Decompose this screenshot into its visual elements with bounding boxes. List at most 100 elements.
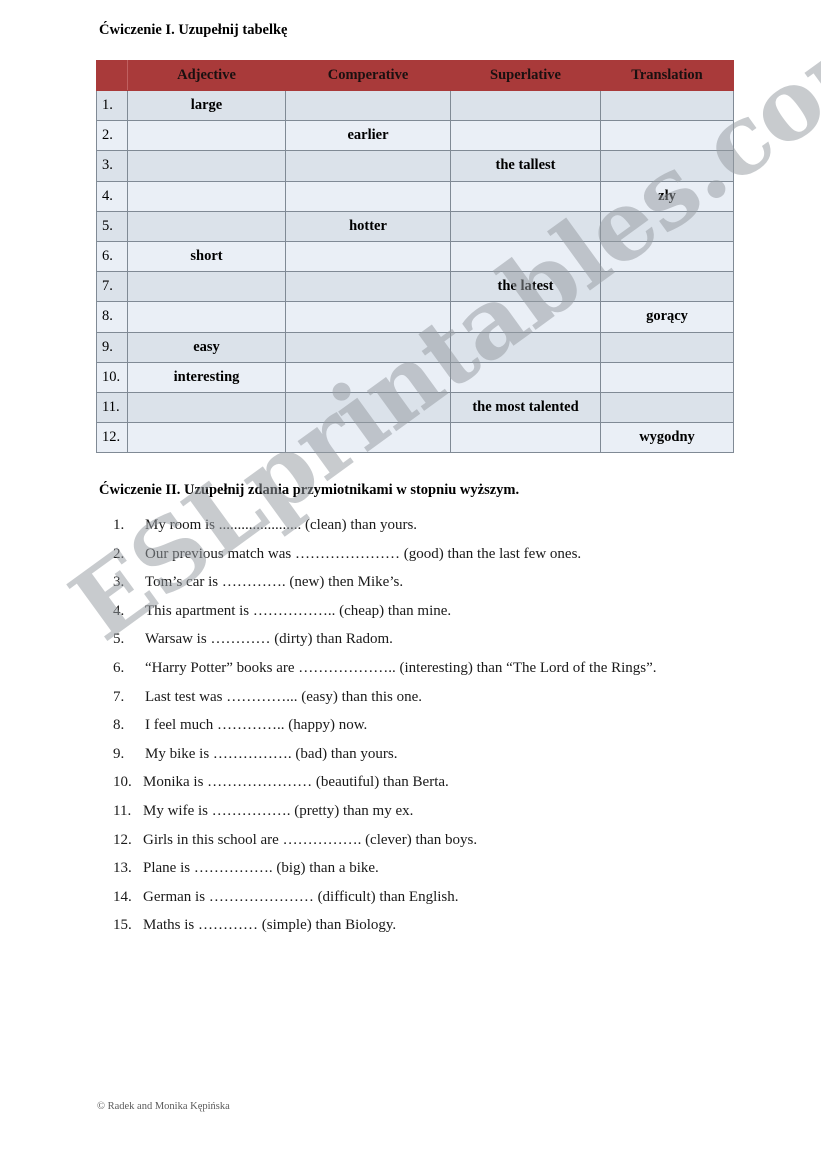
table-row: 12. wygodny <box>96 422 734 454</box>
list-item-text: My wife is ……………. (pretty) than my ex. <box>143 802 414 819</box>
cell-adjective <box>127 180 286 212</box>
table-row: 4. zły <box>96 180 734 212</box>
list-item: 3. Tom’s car is …………. (new) then Mike’s. <box>113 574 773 603</box>
list-item: 10. Monika is ………………… (beautiful) than Be… <box>113 774 773 803</box>
cell-translation: wygodny <box>600 422 734 454</box>
list-item-number: 6. <box>113 659 125 676</box>
table-row: 10. interesting <box>96 361 734 393</box>
table-row: 9. easy <box>96 331 734 363</box>
list-item: 7. Last test was …………... (easy) than this… <box>113 689 773 718</box>
list-item-text: Last test was …………... (easy) than this o… <box>145 688 423 705</box>
cell-superlative <box>450 301 601 333</box>
list-item: 6. “Harry Potter” books are ……………….. (int… <box>113 660 773 689</box>
cell-number: 11. <box>96 391 128 424</box>
cell-number: 2. <box>96 120 128 152</box>
list-item-text: This apartment is …………….. (cheap) than m… <box>145 602 452 619</box>
list-item-number: 11. <box>113 802 132 819</box>
list-item-number: 5. <box>113 631 125 648</box>
list-item-text: I feel much ………….. (happy) now. <box>145 717 368 734</box>
list-item-number: 10. <box>113 774 132 791</box>
cell-translation <box>600 361 734 393</box>
cell-adjective <box>127 210 286 242</box>
list-item: 9. My bike is ……………. (bad) than yours. <box>113 746 773 775</box>
list-item-number: 3. <box>113 574 125 591</box>
list-item-text: Warsaw is ………… (dirty) than Radom. <box>145 631 393 648</box>
list-item-text: Plane is ……………. (big) than a bike. <box>143 860 379 877</box>
table-body: 1. large 2. earlier 3. the tallest 4. zły 5. hott… <box>96 89 734 454</box>
exercise-2-heading: Ćwiczenie II. Uzupełnij zdania przymiotn… <box>99 482 520 498</box>
cell-superlative <box>450 422 601 454</box>
cell-superlative <box>450 361 601 393</box>
list-item: 15. Maths is ………… (simple) than Biology. <box>113 917 773 946</box>
column-header-superlative: Superlative <box>450 60 601 91</box>
cell-adjective: interesting <box>127 361 286 393</box>
cell-comparative: hotter <box>285 210 451 242</box>
cell-translation <box>600 331 734 363</box>
cell-adjective: easy <box>127 331 286 363</box>
cell-number: 10. <box>96 361 128 393</box>
cell-comparative <box>285 391 451 424</box>
cell-comparative <box>285 331 451 363</box>
list-item: 14. German is ………………… (difficult) than En… <box>113 889 773 918</box>
list-item: 11. My wife is ……………. (pretty) than my ex… <box>113 803 773 832</box>
cell-translation <box>600 150 734 182</box>
list-item-number: 8. <box>113 717 125 734</box>
cell-comparative <box>285 150 451 182</box>
list-item-text: Our previous match was ………………… (good) th… <box>145 545 582 562</box>
table-row: 3. the tallest <box>96 150 734 182</box>
cell-superlative: the tallest <box>450 150 601 182</box>
table-row: 1. large <box>96 89 734 122</box>
cell-adjective <box>127 150 286 182</box>
list-item: 8. I feel much ………….. (happy) now. <box>113 717 773 746</box>
cell-number: 1. <box>96 89 128 122</box>
list-item-text: “Harry Potter” books are ……………….. (inter… <box>145 659 657 676</box>
cell-number: 8. <box>96 301 128 333</box>
list-item-number: 9. <box>113 745 125 762</box>
table-row: 8. gorący <box>96 301 734 333</box>
cell-number: 7. <box>96 271 128 303</box>
cell-superlative <box>450 210 601 242</box>
cell-comparative <box>285 361 451 393</box>
list-item: 12. Girls in this school are ……………. (clev… <box>113 832 773 861</box>
cell-adjective <box>127 120 286 152</box>
cell-translation <box>600 240 734 273</box>
list-item-number: 2. <box>113 545 125 562</box>
list-item-number: 13. <box>113 860 132 877</box>
list-item-text: Maths is ………… (simple) than Biology. <box>143 917 397 934</box>
cell-translation <box>600 89 734 122</box>
cell-translation <box>600 210 734 242</box>
cell-number: 9. <box>96 331 128 363</box>
cell-comparative <box>285 240 451 273</box>
cell-number: 6. <box>96 240 128 273</box>
footer-credit: © Radek and Monika Kępińska <box>97 1101 230 1112</box>
table-row: 5. hotter <box>96 210 734 242</box>
cell-adjective <box>127 301 286 333</box>
list-item-text: Monika is ………………… (beautiful) than Berta… <box>143 774 449 791</box>
cell-comparative <box>285 422 451 454</box>
column-header-translation: Translation <box>600 60 734 91</box>
cell-adjective <box>127 271 286 303</box>
list-item-text: German is ………………… (difficult) than Engli… <box>143 888 459 905</box>
cell-comparative <box>285 89 451 122</box>
cell-number: 5. <box>96 210 128 242</box>
cell-adjective <box>127 391 286 424</box>
list-item-number: 12. <box>113 831 132 848</box>
list-item: 5. Warsaw is ………… (dirty) than Radom. <box>113 631 773 660</box>
table-row: 6. short <box>96 240 734 273</box>
list-item: 4. This apartment is …………….. (cheap) than… <box>113 603 773 632</box>
exercise-2-sentence-list: 1. My room is ...................... (cle… <box>113 517 773 946</box>
exercise-1-heading: Ćwiczenie I. Uzupełnij tabelkę <box>99 22 288 38</box>
cell-adjective <box>127 422 286 454</box>
cell-comparative: earlier <box>285 120 451 152</box>
cell-translation <box>600 120 734 152</box>
cell-comparative <box>285 180 451 212</box>
table-header-row: Adjective Comperative Superlative Transl… <box>96 60 734 91</box>
column-header-number <box>96 60 128 91</box>
cell-number: 3. <box>96 150 128 182</box>
worksheet-page: Ćwiczenie I. Uzupełnij tabelkę Adjective… <box>0 0 821 1161</box>
cell-adjective: large <box>127 89 286 122</box>
list-item-text: My room is ...................... (clean… <box>145 517 418 533</box>
cell-superlative <box>450 240 601 273</box>
cell-superlative <box>450 180 601 212</box>
list-item: 13. Plane is ……………. (big) than a bike. <box>113 860 773 889</box>
